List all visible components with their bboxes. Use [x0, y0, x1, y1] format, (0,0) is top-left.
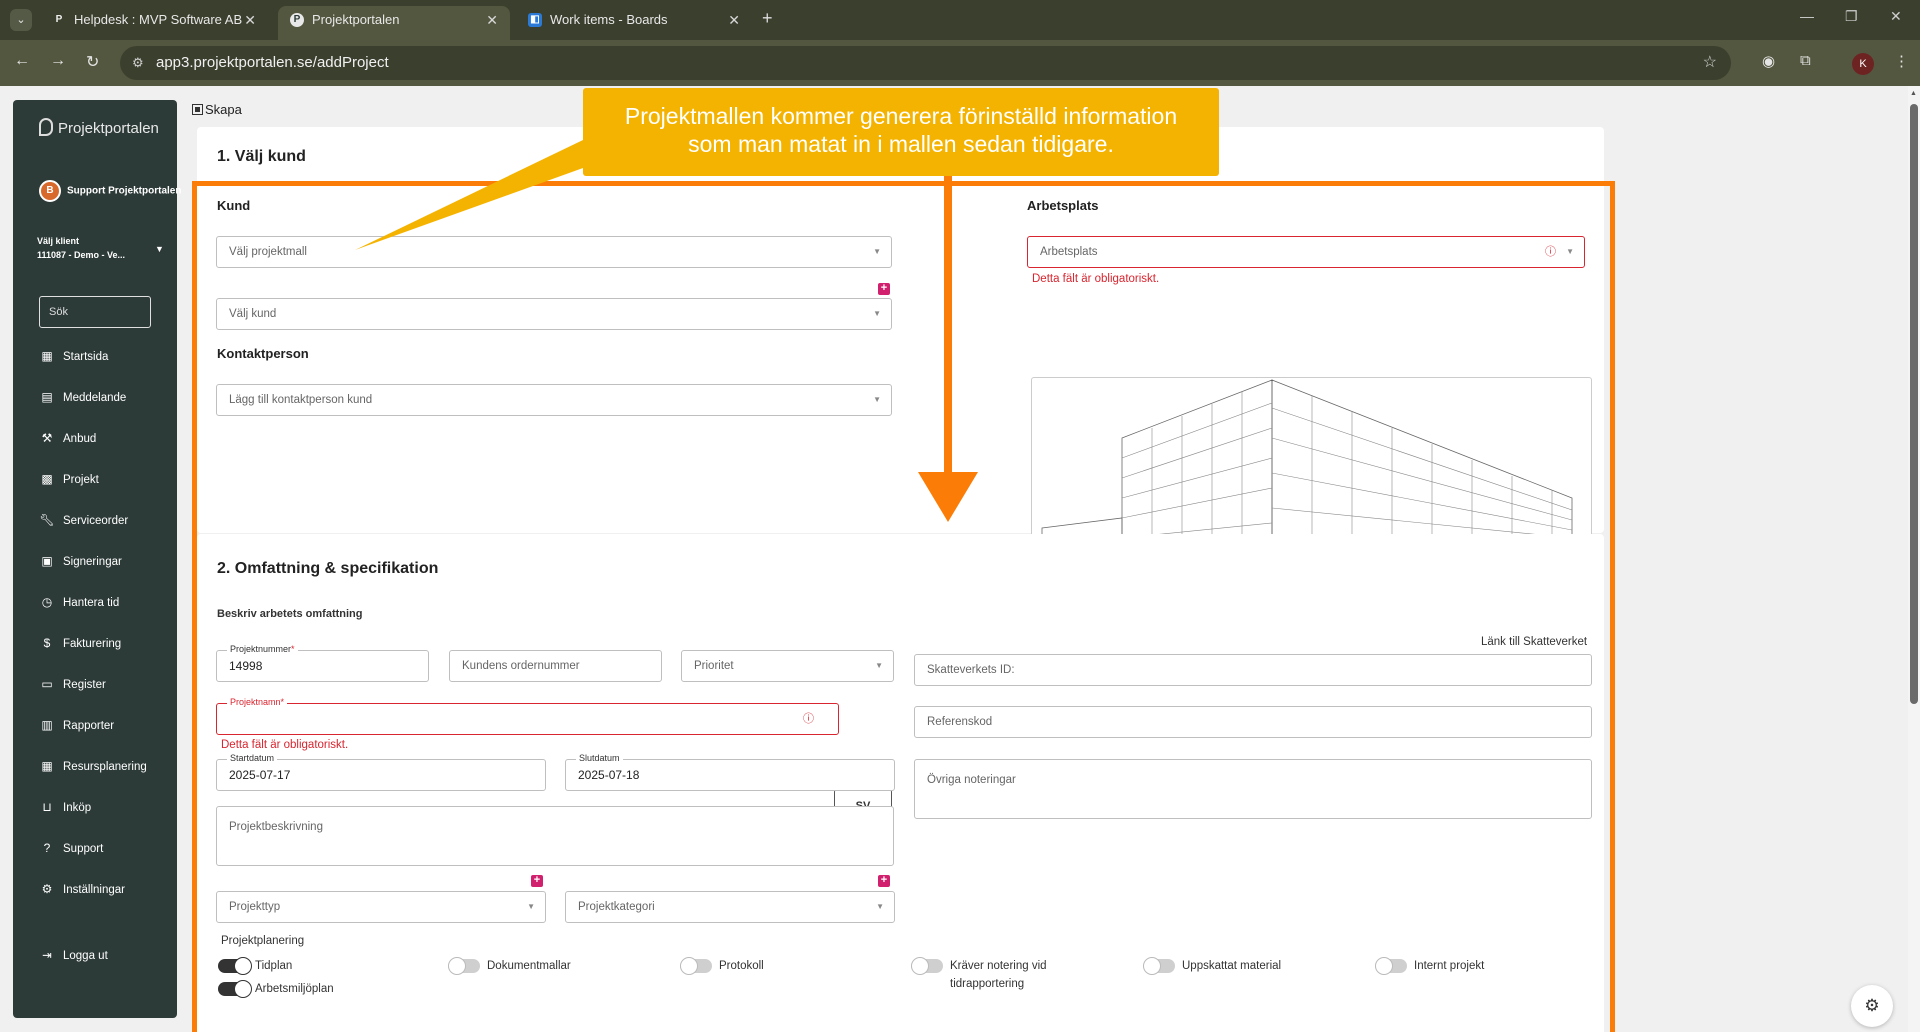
arrow-shaft: [944, 176, 952, 478]
annotation-callout: Projektmallen kommer generera förinställ…: [583, 88, 1219, 176]
callout-pointer-icon: [355, 140, 583, 250]
callout-line-1: Projektmallen kommer generera förinställ…: [624, 103, 1178, 129]
arrow-down-icon: [918, 472, 978, 522]
callout-line-2: som man matat in i mallen sedan tidigare…: [688, 131, 1114, 157]
